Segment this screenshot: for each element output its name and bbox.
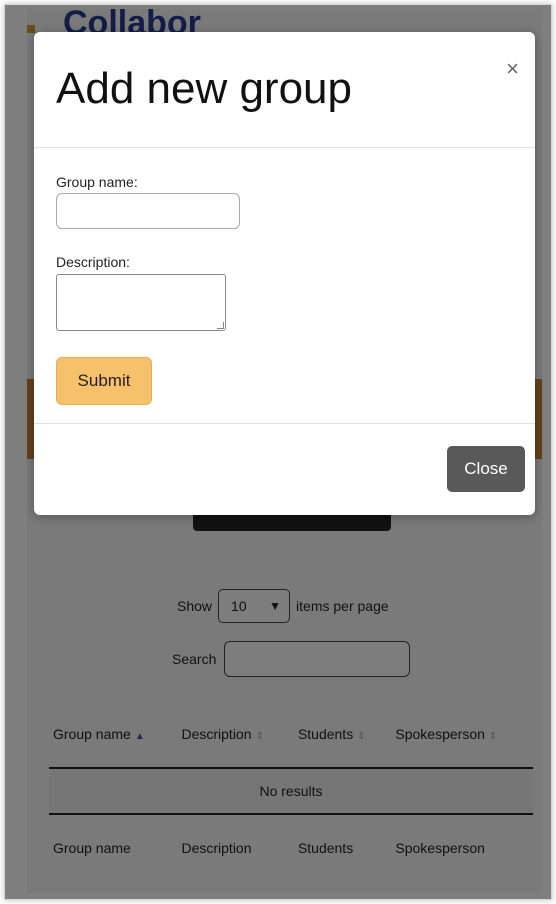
description-label: Description: (56, 254, 130, 270)
modal-title: Add new group (56, 64, 352, 113)
description-field[interactable] (56, 274, 226, 331)
submit-button[interactable]: Submit (56, 357, 152, 405)
screenshot-frame: Collabor Show 10 ▼ items per page Search… (4, 4, 552, 900)
close-icon[interactable]: × (506, 56, 519, 82)
modal-footer: Close (34, 423, 535, 515)
group-name-label: Group name: (56, 174, 138, 190)
add-group-modal: Add new group × Group name: Description:… (34, 32, 535, 515)
resize-handle-icon[interactable] (217, 322, 224, 329)
modal-header: Add new group × (34, 32, 535, 148)
close-button[interactable]: Close (447, 446, 525, 492)
group-name-field[interactable] (56, 193, 240, 229)
